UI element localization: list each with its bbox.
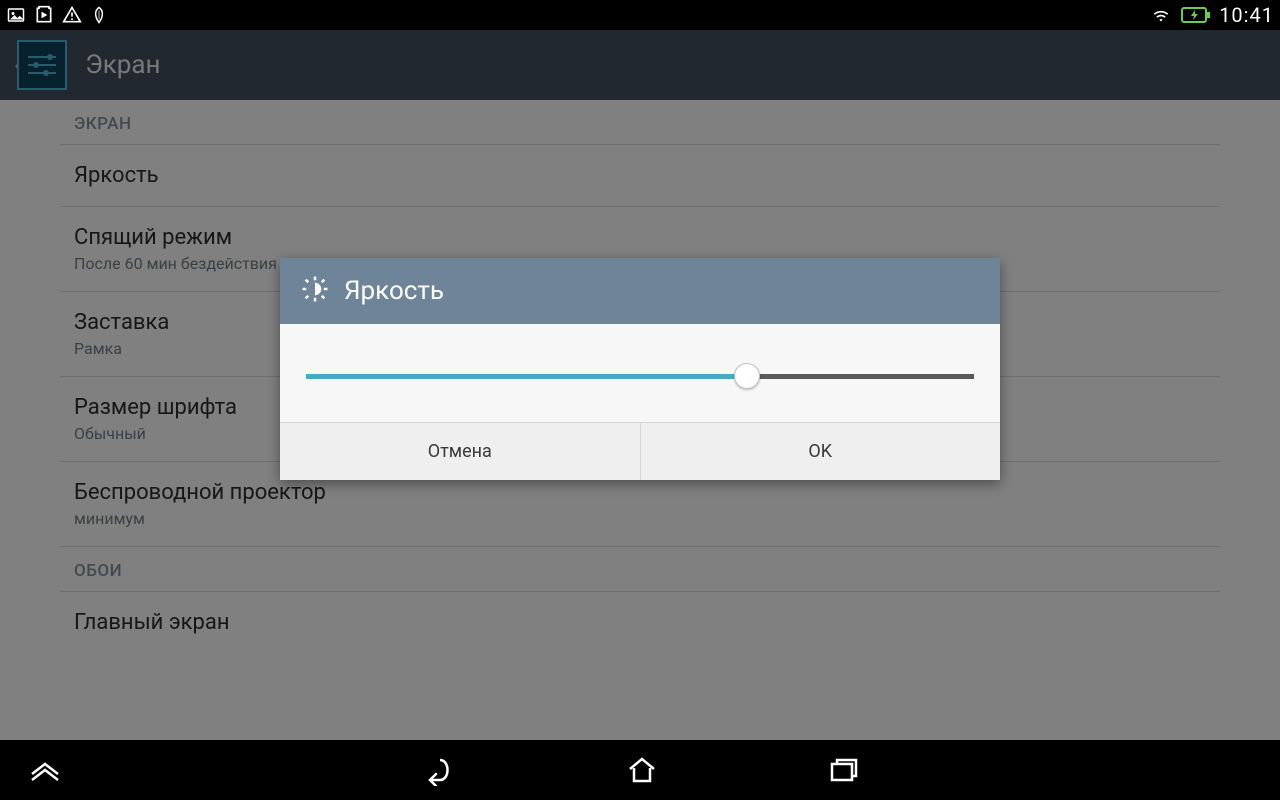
dialog-header: Яркость [280, 258, 1000, 324]
dialog-title: Яркость [344, 276, 444, 306]
warning-icon [62, 5, 82, 25]
play-store-icon [34, 5, 54, 25]
brightness-dialog: Яркость Отмена OK [280, 258, 1000, 480]
navigation-bar [0, 740, 1280, 800]
ok-button[interactable]: OK [640, 423, 1001, 480]
slider-thumb[interactable] [734, 363, 760, 389]
leaf-icon [90, 5, 108, 25]
cancel-button[interactable]: Отмена [280, 423, 640, 480]
brightness-icon [300, 274, 330, 308]
status-bar: 10:41 [0, 0, 1280, 30]
back-icon[interactable] [420, 754, 456, 786]
status-clock: 10:41 [1219, 3, 1274, 27]
picture-icon [6, 6, 26, 24]
wifi-icon [1149, 5, 1173, 25]
recents-icon[interactable] [828, 756, 860, 784]
home-icon[interactable] [626, 755, 658, 785]
drawer-icon[interactable] [28, 756, 62, 784]
battery-charging-icon [1181, 6, 1211, 24]
brightness-slider[interactable] [306, 366, 974, 386]
